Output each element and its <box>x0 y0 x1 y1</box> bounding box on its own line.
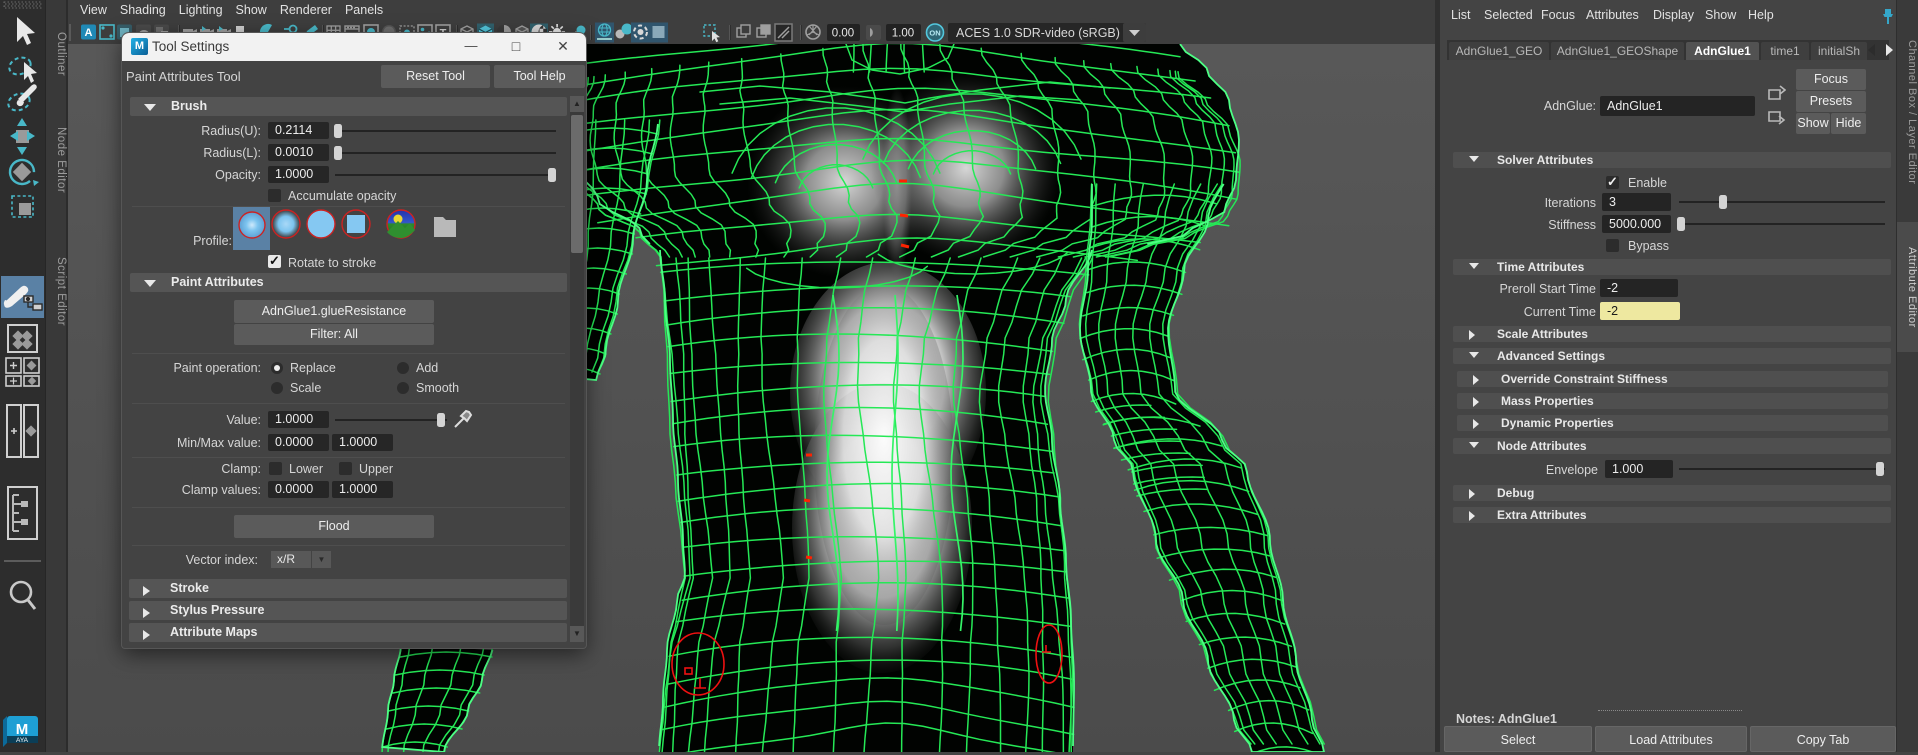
svg-text:AYA: AYA <box>16 737 29 744</box>
svg-text:0.00: 0.00 <box>832 28 854 40</box>
svg-text:M: M <box>16 721 29 738</box>
svg-text:1.00: 1.00 <box>892 28 914 40</box>
svg-text:ON: ON <box>929 29 940 38</box>
svg-text:A: A <box>85 27 93 39</box>
svg-text:ACES 1.0 SDR-video (sRGB): ACES 1.0 SDR-video (sRGB) <box>956 26 1120 40</box>
